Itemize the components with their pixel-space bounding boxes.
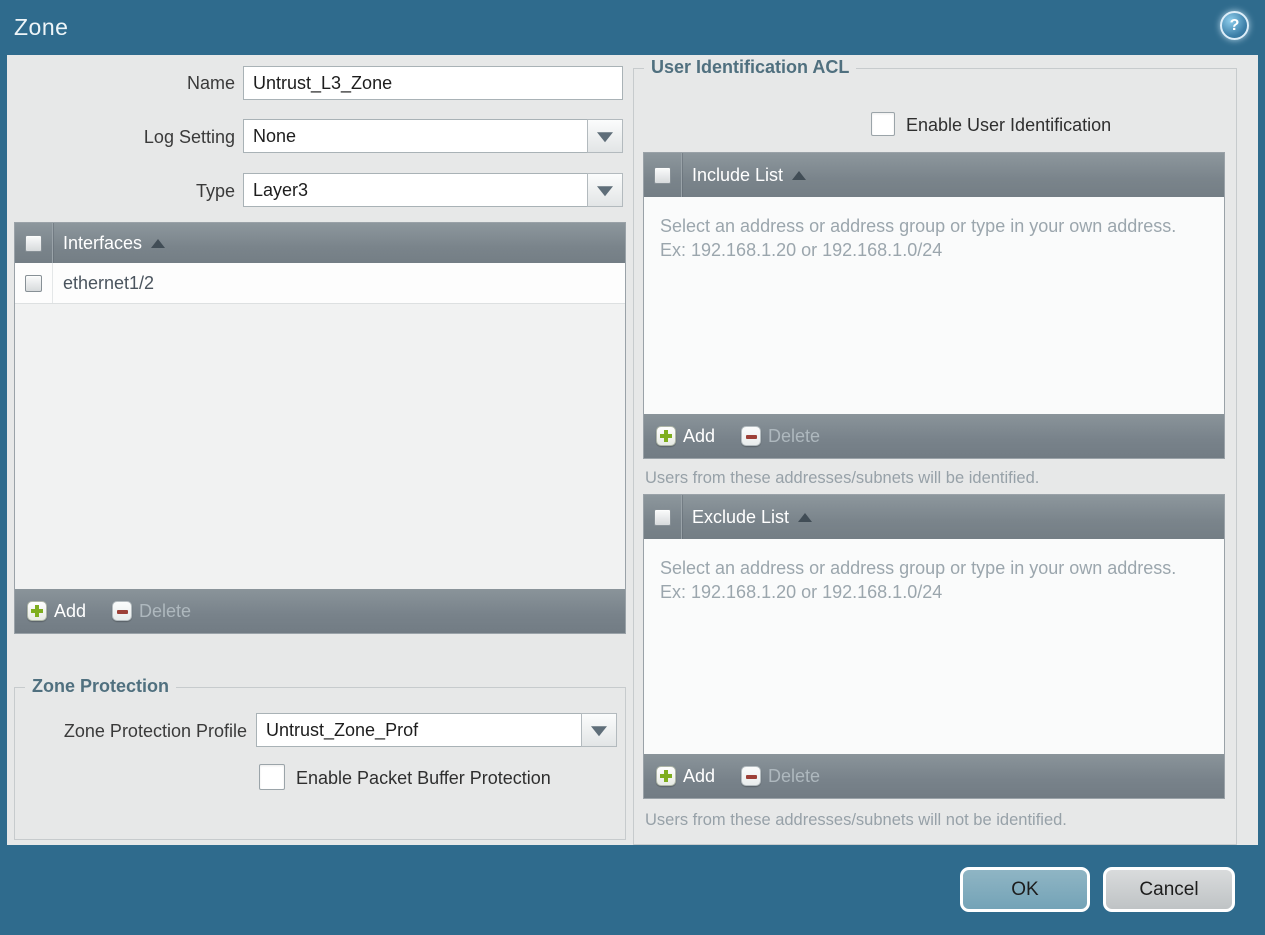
interfaces-add-button[interactable]: Add	[27, 601, 86, 622]
add-button-label: Add	[54, 600, 87, 621]
exclude-list-label: Exclude List	[692, 506, 790, 527]
exclude-list-placeholder: Select an address or address group or ty…	[660, 558, 1177, 603]
name-input[interactable]	[243, 66, 623, 100]
delete-minus-icon	[112, 601, 133, 621]
interfaces-grid-body: ethernet1/2	[15, 263, 625, 589]
log-setting-dropdown-button[interactable]	[587, 119, 623, 153]
delete-button-label: Delete	[139, 600, 192, 621]
row-checkbox[interactable]	[25, 274, 42, 292]
select-all-cell	[15, 223, 53, 263]
packet-buffer-label: Enable Packet Buffer Protection	[296, 768, 551, 788]
chevron-down-icon	[597, 186, 613, 197]
include-list-footer: Add Delete	[644, 414, 1224, 458]
delete-minus-icon	[741, 766, 762, 786]
zone-protection-profile-select[interactable]: Untrust_Zone_Prof	[256, 713, 582, 747]
exclude-list-body[interactable]: Select an address or address group or ty…	[644, 539, 1224, 754]
exclude-list-footer: Add Delete	[644, 754, 1224, 798]
zone-protection-profile-dropdown-button[interactable]	[581, 713, 617, 747]
include-list-label: Include List	[692, 164, 784, 185]
type-label: Type	[195, 181, 235, 201]
select-all-cell	[644, 495, 682, 539]
enable-user-identification-checkbox[interactable]	[871, 112, 895, 136]
zone-protection-profile-label: Zone Protection Profile	[63, 721, 247, 741]
add-button-label: Add	[683, 765, 716, 786]
log-setting-select[interactable]: None	[243, 119, 588, 153]
exclude-delete-button[interactable]: Delete	[741, 766, 820, 787]
interface-name: ethernet1/2	[63, 272, 155, 293]
log-setting-label: Log Setting	[143, 127, 235, 147]
add-plus-icon	[27, 601, 47, 621]
add-plus-icon	[656, 766, 676, 786]
zone-protection-legend: Zone Protection	[25, 676, 177, 697]
exclude-list-column-header[interactable]: Exclude List	[682, 506, 813, 528]
include-list-column-header[interactable]: Include List	[682, 164, 807, 186]
interfaces-grid-header: Interfaces	[15, 223, 625, 263]
type-select[interactable]: Layer3	[243, 173, 588, 207]
delete-button-label: Delete	[768, 765, 821, 786]
name-label: Name	[186, 73, 235, 93]
exclude-list-header: Exclude List	[644, 495, 1224, 539]
zone-dialog: Zone ? Name Log Setting None Type Layer3…	[0, 0, 1265, 935]
include-list-grid: Include List Select an address or addres…	[643, 152, 1225, 459]
interface-row[interactable]: ethernet1/2	[15, 263, 625, 304]
interfaces-column-header[interactable]: Interfaces	[53, 232, 166, 254]
help-icon[interactable]: ?	[1220, 11, 1249, 40]
delete-button-label: Delete	[768, 425, 821, 446]
include-delete-button[interactable]: Delete	[741, 426, 820, 447]
interfaces-delete-button[interactable]: Delete	[112, 601, 191, 622]
ok-button[interactable]: OK	[960, 867, 1090, 912]
select-all-cell	[644, 153, 682, 197]
dialog-titlebar: Zone ?	[0, 0, 1265, 55]
enable-user-identification-label: Enable User Identification	[906, 115, 1112, 135]
zone-protection-section: Zone Protection	[14, 676, 626, 840]
dialog-title: Zone	[14, 14, 69, 40]
select-all-checkbox[interactable]	[654, 166, 671, 184]
select-all-checkbox[interactable]	[25, 234, 42, 252]
exclude-list-grid: Exclude List Select an address or addres…	[643, 494, 1225, 799]
interfaces-grid-footer: Add Delete	[15, 589, 625, 633]
include-add-button[interactable]: Add	[656, 426, 715, 447]
cancel-button[interactable]: Cancel	[1103, 867, 1235, 912]
row-checkbox-cell	[15, 263, 53, 303]
include-list-placeholder: Select an address or address group or ty…	[660, 216, 1177, 261]
sort-ascending-icon	[792, 170, 807, 180]
delete-minus-icon	[741, 426, 762, 446]
type-dropdown-button[interactable]	[587, 173, 623, 207]
interfaces-grid: Interfaces ethernet1/2 Add Delete	[14, 222, 626, 634]
packet-buffer-checkbox[interactable]	[259, 764, 285, 790]
select-all-checkbox[interactable]	[654, 508, 671, 526]
include-list-note: Users from these addresses/subnets will …	[645, 469, 1040, 487]
exclude-add-button[interactable]: Add	[656, 766, 715, 787]
add-plus-icon	[656, 426, 676, 446]
include-list-body[interactable]: Select an address or address group or ty…	[644, 197, 1224, 414]
include-list-header: Include List	[644, 153, 1224, 197]
chevron-down-icon	[597, 132, 613, 143]
add-button-label: Add	[683, 425, 716, 446]
sort-ascending-icon	[151, 238, 166, 248]
interfaces-column-label: Interfaces	[63, 232, 143, 253]
sort-ascending-icon	[798, 512, 813, 522]
exclude-list-note: Users from these addresses/subnets will …	[645, 811, 1067, 829]
user-identification-legend: User Identification ACL	[644, 57, 857, 78]
chevron-down-icon	[591, 726, 607, 737]
